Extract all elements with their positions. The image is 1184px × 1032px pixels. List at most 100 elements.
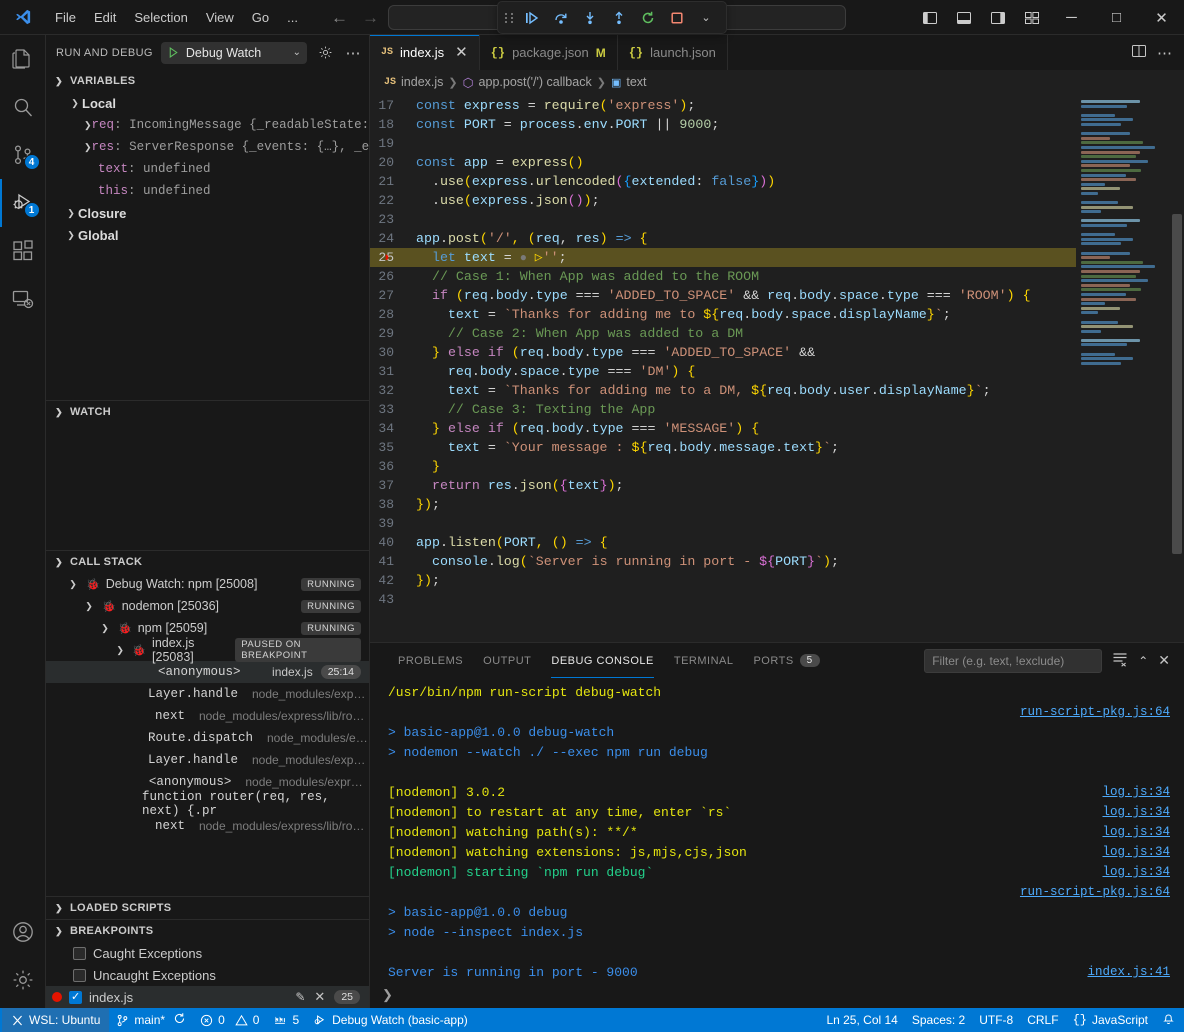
- toggle-panel-icon[interactable]: [947, 0, 981, 35]
- console-source-link[interactable]: index.js:41: [1087, 965, 1170, 979]
- scope-global[interactable]: ❯ Global: [46, 224, 369, 246]
- variable-row[interactable]: text: undefined: [46, 158, 369, 180]
- code-line[interactable]: 36 }: [370, 457, 1076, 476]
- breakpoint-uncaught-exceptions[interactable]: Uncaught Exceptions: [46, 964, 369, 986]
- debug-console-output[interactable]: /usr/bin/npm run-script debug-watchrun-s…: [370, 678, 1184, 982]
- console-source-link[interactable]: log.js:34: [1102, 805, 1170, 819]
- status-ports[interactable]: 5: [266, 1008, 306, 1032]
- code-line[interactable]: 37 return res.json({text});: [370, 476, 1076, 495]
- stack-frame-row[interactable]: function router(req, res, next) {.pr: [46, 793, 369, 815]
- breakpoint-actions[interactable]: ✎ ✕ 25: [295, 989, 369, 1005]
- debug-session-row[interactable]: ❯ 🐞 index.js [25083] PAUSED ON BREAKPOIN…: [46, 639, 369, 661]
- code-line[interactable]: 29 // Case 2: When App was added to a DM: [370, 324, 1076, 343]
- code-line[interactable]: 41 console.log(`Server is running in por…: [370, 552, 1076, 571]
- breakpoints-header[interactable]: ❯ BREAKPOINTS: [46, 920, 369, 942]
- stack-frame-row[interactable]: Route.dispatch node_modules/exp…: [46, 727, 369, 749]
- activity-remote-explorer[interactable]: [0, 275, 46, 323]
- activity-settings[interactable]: [0, 956, 46, 1004]
- tab-terminal[interactable]: TERMINAL: [664, 643, 744, 678]
- code-line[interactable]: 20const app = express(): [370, 153, 1076, 172]
- scrollbar-thumb[interactable]: [1172, 214, 1182, 554]
- breadcrumb[interactable]: JS index.js ❯ ⬡ app.post('/') callback ❯…: [370, 70, 1184, 94]
- toggle-secondary-sidebar-icon[interactable]: [981, 0, 1015, 35]
- close-panel-icon[interactable]: ✕: [1158, 652, 1170, 669]
- tab-debug-console[interactable]: DEBUG CONSOLE: [541, 643, 663, 678]
- clear-console-icon[interactable]: [1112, 651, 1128, 670]
- console-source-link[interactable]: run-script-pkg.js:64: [1020, 885, 1170, 899]
- sidebar-more-actions-icon[interactable]: ⋯: [343, 43, 363, 63]
- arrow-left-icon[interactable]: ←: [331, 9, 348, 26]
- window-controls[interactable]: ─ □ ✕: [913, 0, 1184, 35]
- panel-tabs[interactable]: PROBLEMS OUTPUT DEBUG CONSOLE TERMINAL P…: [370, 643, 1184, 678]
- debug-settings-gear-icon[interactable]: [315, 43, 335, 63]
- code-line[interactable]: 43: [370, 590, 1076, 609]
- code-line[interactable]: 33 // Case 3: Texting the App: [370, 400, 1076, 419]
- customize-layout-icon[interactable]: [1015, 0, 1049, 35]
- restart-button[interactable]: [635, 6, 661, 30]
- scope-closure[interactable]: ❯ Closure: [46, 202, 369, 224]
- code-line[interactable]: 18const PORT = process.env.PORT || 9000;: [370, 115, 1076, 134]
- code-line[interactable]: 27 if (req.body.type === 'ADDED_TO_SPACE…: [370, 286, 1076, 305]
- code-line[interactable]: 40app.listen(PORT, () => {: [370, 533, 1076, 552]
- step-over-button[interactable]: [548, 6, 574, 30]
- stack-frame-row[interactable]: <anonymous> index.js 25:14: [46, 661, 369, 683]
- step-out-button[interactable]: [606, 6, 632, 30]
- chevron-right-icon[interactable]: ❯: [84, 142, 92, 153]
- activity-search[interactable]: [0, 83, 46, 131]
- drag-handle-icon[interactable]: [505, 13, 514, 23]
- watch-header[interactable]: ❯ WATCH: [46, 401, 369, 423]
- debug-session-row[interactable]: ❯ 🐞 Debug Watch: npm [25008] RUNNING: [46, 573, 369, 595]
- code-line[interactable]: 31 req.body.space.type === 'DM') {: [370, 362, 1076, 381]
- code-line[interactable]: ◗25 let text = ● ▷'';: [370, 248, 1076, 267]
- tab-index-js[interactable]: JS index.js ✕: [370, 35, 480, 70]
- status-cursor-position[interactable]: Ln 25, Col 14: [819, 1008, 904, 1032]
- navigation-buttons[interactable]: ← →: [331, 9, 379, 26]
- close-button[interactable]: ✕: [1139, 0, 1184, 35]
- menu-selection[interactable]: Selection: [125, 7, 196, 28]
- step-into-button[interactable]: [577, 6, 603, 30]
- tab-launch-json[interactable]: {} launch.json: [618, 35, 728, 70]
- editor-tab-actions[interactable]: ⋯: [1119, 35, 1184, 70]
- close-icon[interactable]: ✕: [314, 989, 325, 1005]
- activity-run-and-debug[interactable]: 1: [0, 179, 46, 227]
- call-stack-header[interactable]: ❯ CALL STACK: [46, 551, 369, 573]
- debug-toolbar[interactable]: ⌄: [497, 1, 727, 34]
- activity-extensions[interactable]: [0, 227, 46, 275]
- code-line[interactable]: 42});: [370, 571, 1076, 590]
- close-icon[interactable]: ✕: [455, 45, 468, 60]
- debug-more-chevron-icon[interactable]: ⌄: [693, 6, 719, 30]
- activity-source-control[interactable]: 4: [0, 131, 46, 179]
- menu-more[interactable]: ...: [278, 7, 307, 28]
- status-debug-session[interactable]: Debug Watch (basic-app): [306, 1008, 475, 1032]
- code-line[interactable]: 39: [370, 514, 1076, 533]
- menu-bar[interactable]: File Edit Selection View Go ...: [46, 7, 307, 28]
- stack-frame-row[interactable]: next node_modules/express/lib/rout…: [46, 705, 369, 727]
- editor-more-icon[interactable]: ⋯: [1157, 44, 1172, 62]
- code-line[interactable]: 22 .use(express.json());: [370, 191, 1076, 210]
- checkbox[interactable]: [73, 969, 86, 982]
- scope-local[interactable]: ❯ Local: [46, 92, 369, 114]
- tab-ports[interactable]: PORTS 5: [743, 643, 829, 678]
- code-line[interactable]: 35 text = `Your message : ${req.body.mes…: [370, 438, 1076, 457]
- collapse-panel-icon[interactable]: ⌃: [1138, 654, 1148, 668]
- code-line[interactable]: 28 text = `Thanks for adding me to ${req…: [370, 305, 1076, 324]
- variable-row[interactable]: ❯ res: ServerResponse {_events: {…}, _ev…: [46, 136, 369, 158]
- console-source-link[interactable]: log.js:34: [1102, 845, 1170, 859]
- code-line[interactable]: 24app.post('/', (req, res) => {: [370, 229, 1076, 248]
- panel-actions[interactable]: Filter (e.g. text, !exclude) ⌃ ✕: [924, 649, 1184, 673]
- chevron-down-icon[interactable]: ⌄: [293, 47, 301, 58]
- stack-frame-row[interactable]: Layer.handle node_modules/expres…: [46, 749, 369, 771]
- code-line[interactable]: 23: [370, 210, 1076, 229]
- status-indentation[interactable]: Spaces: 2: [905, 1008, 972, 1032]
- status-eol[interactable]: CRLF: [1020, 1008, 1065, 1032]
- console-source-link[interactable]: log.js:34: [1102, 865, 1170, 879]
- console-source-link[interactable]: run-script-pkg.js:64: [1020, 705, 1170, 719]
- code-line[interactable]: 17const express = require('express');: [370, 96, 1076, 115]
- breakpoint-marker-icon[interactable]: ◗: [380, 248, 394, 267]
- status-branch[interactable]: main*: [109, 1008, 193, 1032]
- menu-edit[interactable]: Edit: [85, 7, 125, 28]
- status-remote-indicator[interactable]: WSL: Ubuntu: [2, 1008, 109, 1032]
- maximize-button[interactable]: □: [1094, 0, 1139, 35]
- variable-row[interactable]: ❯ req: IncomingMessage {_readableState: …: [46, 114, 369, 136]
- breadcrumb-file[interactable]: index.js: [401, 75, 443, 89]
